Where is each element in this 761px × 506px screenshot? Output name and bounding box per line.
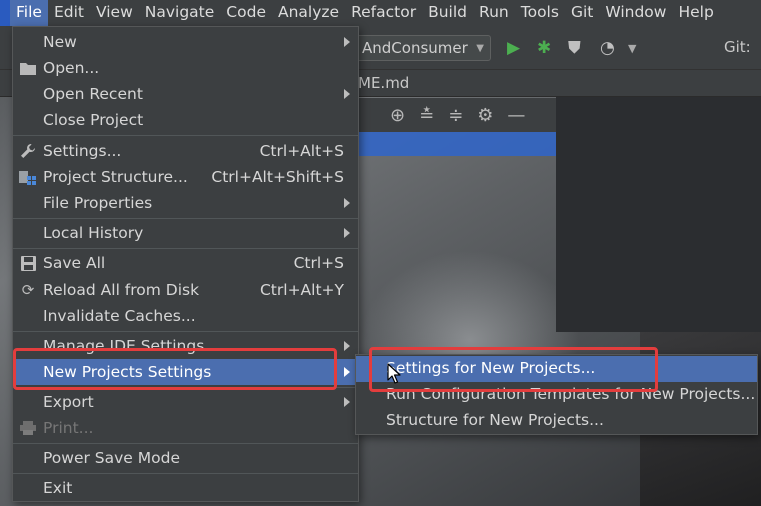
submenu-arrow-icon: [344, 341, 350, 351]
menu-item-new-projects-settings[interactable]: New Projects Settings: [13, 359, 358, 385]
menu-item-reload-all[interactable]: ⟳ Reload All from Disk Ctrl+Alt+Y: [13, 277, 358, 303]
coverage-icon[interactable]: ⛊: [568, 38, 581, 58]
menu-item-file-properties[interactable]: File Properties: [13, 190, 358, 216]
submenu-arrow-icon: [344, 198, 350, 208]
submenu-arrow-icon: [344, 37, 350, 47]
debug-icon[interactable]: ✱: [537, 38, 551, 58]
new-projects-settings-submenu: Settings for New Projects... Run Configu…: [355, 354, 758, 435]
menu-code[interactable]: Code: [220, 0, 272, 26]
menu-file[interactable]: File: [10, 0, 48, 26]
submenu-arrow-icon: [344, 228, 350, 238]
menu-item-open-recent[interactable]: Open Recent: [13, 81, 358, 107]
crosshair-icon[interactable]: ⊕: [390, 105, 405, 126]
menu-separator: [13, 443, 358, 444]
menu-item-close-project[interactable]: Close Project: [13, 107, 358, 133]
submenu-arrow-icon: [344, 89, 350, 99]
file-menu-dropdown: New Open... Open Recent Close Project Se…: [12, 26, 359, 502]
project-structure-icon: [17, 167, 39, 187]
menu-item-open[interactable]: Open...: [13, 55, 358, 81]
project-tree-selected-row: [358, 132, 556, 156]
editor-tab-readme[interactable]: ME.md: [358, 74, 409, 92]
app-logo: [0, 0, 10, 26]
folder-icon: [17, 58, 39, 78]
chevron-down-icon: ▼: [476, 42, 484, 54]
menu-item-export[interactable]: Export: [13, 389, 358, 415]
gear-icon[interactable]: ⚙: [477, 105, 493, 126]
menu-separator: [13, 473, 358, 474]
menu-item-save-all[interactable]: Save All Ctrl+S: [13, 250, 358, 276]
minimize-icon[interactable]: —: [507, 105, 525, 126]
menu-item-power-save-mode[interactable]: Power Save Mode: [13, 445, 358, 471]
menu-separator: [13, 387, 358, 388]
menu-item-manage-ide-settings[interactable]: Manage IDE Settings: [13, 333, 358, 359]
mouse-cursor-icon: [387, 363, 401, 384]
menu-run[interactable]: Run: [473, 0, 515, 26]
menu-refactor[interactable]: Refactor: [345, 0, 422, 26]
menu-item-print[interactable]: Print...: [13, 415, 358, 441]
git-label: Git:: [724, 38, 751, 56]
right-panel: [556, 96, 761, 332]
menu-view[interactable]: View: [90, 0, 139, 26]
run-configuration-label: AndConsumer: [362, 39, 468, 57]
menu-help[interactable]: Help: [672, 0, 719, 26]
menu-separator: [13, 218, 358, 219]
menu-item-local-history[interactable]: Local History: [13, 220, 358, 246]
collapse-all-icon[interactable]: ≑: [448, 105, 463, 126]
run-icon[interactable]: ▶: [507, 38, 520, 58]
reload-icon: ⟳: [21, 281, 35, 299]
submenu-arrow-icon: [344, 367, 350, 377]
submenu-item-settings-for-new-projects[interactable]: Settings for New Projects...: [356, 356, 757, 382]
menu-item-settings[interactable]: Settings... Ctrl+Alt+S: [13, 138, 358, 164]
run-configuration-dropdown[interactable]: AndConsumer ▼: [355, 35, 491, 61]
menu-separator: [13, 331, 358, 332]
wrench-icon: [17, 141, 39, 161]
menu-item-new[interactable]: New: [13, 29, 358, 55]
menu-git[interactable]: Git: [565, 0, 599, 26]
submenu-item-run-configuration-templates[interactable]: Run Configuration Templates for New Proj…: [356, 382, 757, 408]
save-icon: [17, 253, 39, 273]
menu-navigate[interactable]: Navigate: [139, 0, 221, 26]
menu-item-invalidate-caches[interactable]: Invalidate Caches...: [13, 303, 358, 329]
menu-analyze[interactable]: Analyze: [272, 0, 345, 26]
menu-separator: [13, 135, 358, 136]
project-toolbar: ⊕ ≛ ≑ ⚙ —: [358, 98, 556, 132]
menu-edit[interactable]: Edit: [48, 0, 90, 26]
menu-tools[interactable]: Tools: [515, 0, 565, 26]
menu-item-project-structure[interactable]: Project Structure... Ctrl+Alt+Shift+S: [13, 164, 358, 190]
menu-item-exit[interactable]: Exit: [13, 475, 358, 501]
menu-separator: [13, 248, 358, 249]
menu-window[interactable]: Window: [599, 0, 672, 26]
expand-all-icon[interactable]: ≛: [419, 105, 434, 126]
menu-build[interactable]: Build: [422, 0, 473, 26]
profiler-icon[interactable]: ◔: [600, 38, 615, 58]
print-icon: [17, 418, 39, 438]
submenu-item-structure-for-new-projects[interactable]: Structure for New Projects...: [356, 408, 757, 434]
submenu-arrow-icon: [344, 397, 350, 407]
chevron-down-icon[interactable]: ▼: [628, 42, 636, 55]
menu-bar: File Edit View Navigate Code Analyze Ref…: [0, 0, 761, 26]
left-strip: [0, 70, 12, 97]
